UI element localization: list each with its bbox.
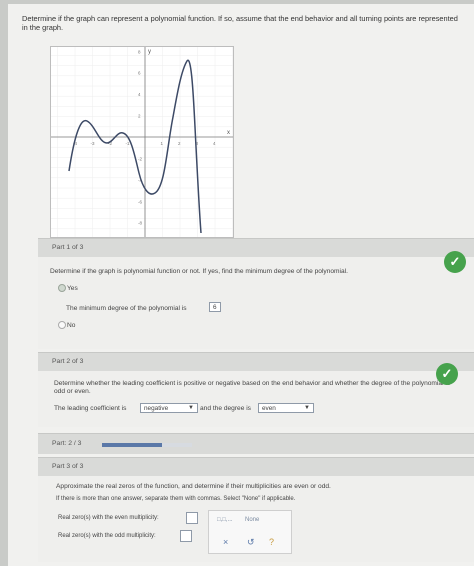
degree-select[interactable]: even ▼: [258, 403, 314, 413]
part3-instruction: Approximate the real zeros of the functi…: [56, 483, 331, 490]
part3-note: If there is more than one answer, separa…: [56, 496, 296, 502]
polynomial-graph: -4 -3 -2 -1 1 2 3 4 8 6 4 2 -2 -4 -6 -8 x y: [50, 46, 234, 238]
progress-fill: [102, 443, 163, 447]
part1-body: Determine if the graph is polynomial fun…: [38, 257, 474, 349]
min-degree-input[interactable]: 6: [209, 302, 221, 312]
chevron-down-icon: ▼: [304, 405, 310, 411]
leading-coefficient-select[interactable]: negative ▼: [140, 403, 198, 413]
progress-track: [102, 443, 192, 447]
radio-no[interactable]: [58, 321, 66, 329]
part3-header: Part 3 of 3: [38, 457, 474, 476]
palette-comma-button[interactable]: □,□,...: [217, 517, 233, 523]
y-tick-label: -2: [138, 156, 142, 161]
x-axis-label: x: [227, 130, 230, 136]
part2-header: Part 2 of 3: [38, 352, 474, 371]
y-tick-label: 2: [138, 114, 141, 119]
help-icon[interactable]: ?: [269, 537, 274, 547]
even-multiplicity-input[interactable]: [186, 512, 198, 524]
math-palette: □,□,... None × ↺ ?: [208, 510, 292, 554]
x-tick-label: 1: [161, 141, 164, 146]
x-tick-label: 2: [178, 141, 181, 146]
y-tick-label: 8: [138, 49, 141, 54]
radio-no-label: No: [67, 322, 76, 329]
part1-instruction: Determine if the graph is polynomial fun…: [50, 268, 348, 275]
leading-coefficient-label: The leading coefficient is: [54, 405, 127, 412]
odd-multiplicity-input[interactable]: [180, 530, 192, 542]
part2-check-icon: ✓: [436, 363, 458, 385]
leading-coefficient-value: negative: [144, 405, 169, 412]
y-axis-label: y: [148, 49, 151, 55]
part2-body: Determine whether the leading coefficien…: [38, 371, 474, 427]
degree-label: and the degree is: [200, 405, 251, 412]
undo-icon[interactable]: ↺: [247, 537, 255, 548]
part1-header-label: Part 1 of 3: [52, 244, 84, 251]
degree-value: even: [262, 405, 276, 412]
part3-header-label: Part 3 of 3: [52, 463, 84, 470]
x-tick-label: 4: [213, 141, 216, 146]
part1-check-icon: ✓: [444, 251, 466, 273]
min-degree-label: The minimum degree of the polynomial is: [66, 305, 187, 312]
part1-header: Part 1 of 3: [38, 238, 474, 257]
odd-multiplicity-label: Real zero(s) with the odd multiplicity:: [58, 533, 156, 539]
y-tick-label: -6: [138, 199, 142, 204]
chevron-down-icon: ▼: [188, 405, 194, 411]
progress-label: Part: 2 / 3: [52, 440, 82, 447]
question-prompt: Determine if the graph can represent a p…: [22, 14, 458, 32]
even-multiplicity-label: Real zero(s) with the even multiplicity:: [58, 515, 159, 521]
y-tick-label: 6: [138, 71, 141, 76]
clear-icon[interactable]: ×: [223, 537, 228, 547]
y-tick-label: -8: [138, 221, 142, 226]
part2-header-label: Part 2 of 3: [52, 358, 84, 365]
part2-instruction: Determine whether the leading coefficien…: [54, 380, 451, 395]
palette-none-button[interactable]: None: [245, 517, 259, 523]
x-tick-label: -3: [91, 141, 95, 146]
radio-yes[interactable]: [58, 284, 66, 292]
x-tick-label: -1: [126, 141, 130, 146]
radio-yes-label: Yes: [67, 285, 78, 292]
